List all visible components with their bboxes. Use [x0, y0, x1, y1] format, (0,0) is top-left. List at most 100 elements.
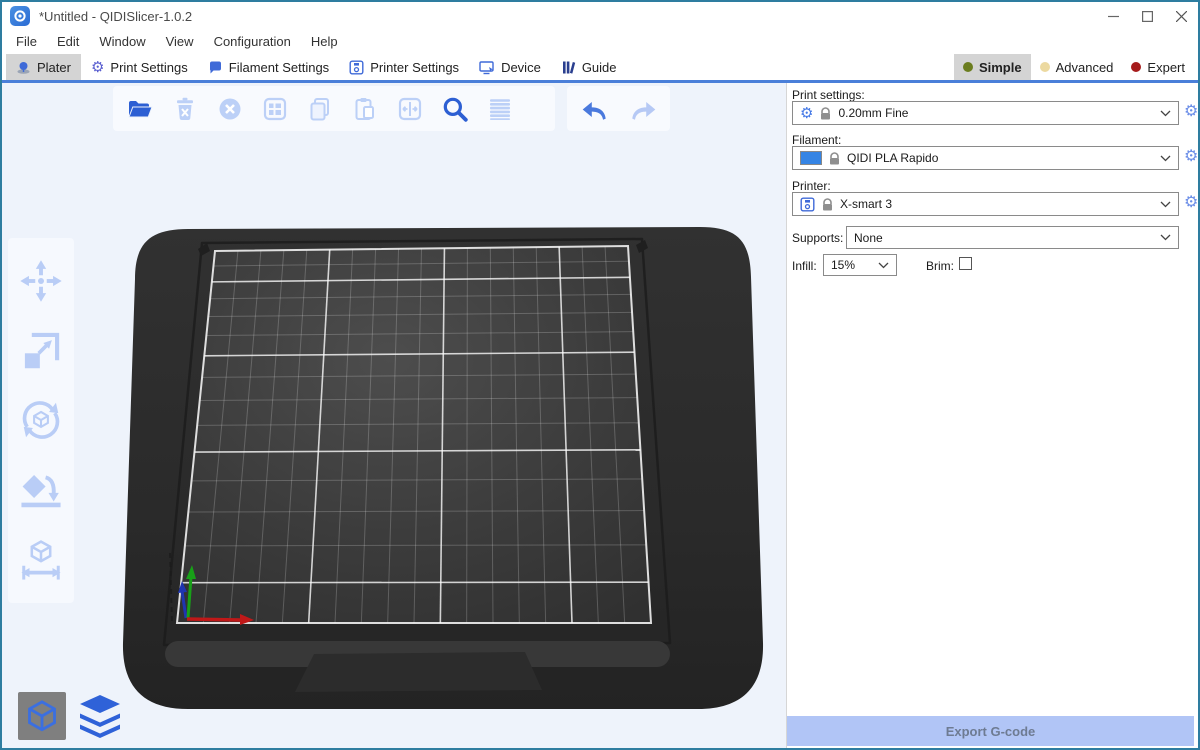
tab-guide[interactable]: Guide	[551, 54, 627, 80]
variable-layer-height-button[interactable]	[481, 90, 519, 128]
menu-help[interactable]: Help	[301, 30, 348, 54]
filament-color-swatch	[800, 151, 822, 165]
mode-label: Advanced	[1056, 60, 1114, 75]
supports-label: Supports:	[792, 231, 843, 245]
menu-configuration[interactable]: Configuration	[204, 30, 301, 54]
printer-edit-gear-icon[interactable]: ⚙	[1184, 195, 1198, 211]
tab-plater[interactable]: Plater	[6, 54, 81, 80]
mode-selector: Simple Advanced Expert	[954, 54, 1198, 80]
preset-gear-icon: ⚙	[800, 106, 813, 121]
settings-panel: Print settings: ⚙ 0.20mm Fine ⚙ Filament…	[786, 83, 1198, 748]
chevron-down-icon	[878, 262, 889, 269]
filament-edit-gear-icon[interactable]: ⚙	[1184, 149, 1198, 165]
undo-redo-toolbar	[567, 86, 670, 131]
tab-label: Device	[501, 60, 541, 75]
menu-bar: File Edit Window View Configuration Help	[2, 30, 1198, 54]
app-window: *Untitled - QIDISlicer-1.0.2 File Edit W…	[0, 0, 1200, 750]
tab-label: Printer Settings	[370, 60, 459, 75]
brim-label: Brim:	[926, 259, 954, 273]
preview-view-button[interactable]	[74, 688, 126, 740]
tab-label: Filament Settings	[229, 60, 329, 75]
measure-tool-button[interactable]	[15, 534, 67, 586]
filament-icon	[208, 60, 223, 75]
delete-button[interactable]	[166, 90, 204, 128]
expert-dot-icon	[1131, 62, 1141, 72]
device-icon	[479, 60, 495, 75]
window-title: *Untitled - QIDISlicer-1.0.2	[39, 9, 192, 24]
plater-icon	[16, 60, 31, 75]
tab-bar: Plater ⚙ Print Settings Filament Setting…	[2, 54, 1198, 80]
printer-small-icon	[800, 197, 815, 212]
printer-combo[interactable]: X-smart 3	[792, 192, 1179, 216]
close-button[interactable]	[1164, 2, 1198, 30]
tab-label: Print Settings	[110, 60, 187, 75]
tab-label: Plater	[37, 60, 71, 75]
split-objects-button[interactable]	[391, 90, 429, 128]
mode-label: Simple	[979, 60, 1022, 75]
chevron-down-icon	[1160, 234, 1171, 241]
tab-print-settings[interactable]: ⚙ Print Settings	[81, 54, 198, 80]
rotate-tool-button[interactable]	[15, 394, 67, 446]
mode-simple[interactable]: Simple	[954, 54, 1031, 80]
supports-combo[interactable]: None	[846, 226, 1179, 249]
arrange-button[interactable]	[256, 90, 294, 128]
tab-device[interactable]: Device	[469, 54, 551, 80]
print-settings-value: 0.20mm Fine	[838, 106, 908, 120]
printer-label: Printer:	[792, 179, 831, 193]
filament-label: Filament:	[792, 133, 841, 147]
supports-value: None	[854, 231, 883, 245]
menu-file[interactable]: File	[6, 30, 47, 54]
infill-label: Infill:	[792, 259, 817, 273]
3d-viewport[interactable]	[2, 83, 786, 748]
menu-edit[interactable]: Edit	[47, 30, 89, 54]
app-logo-icon	[10, 6, 30, 26]
printer-value: X-smart 3	[840, 197, 892, 211]
redo-button[interactable]	[624, 90, 662, 128]
menu-window[interactable]: Window	[89, 30, 155, 54]
filament-combo[interactable]: QIDI PLA Rapido	[792, 146, 1179, 170]
tab-filament-settings[interactable]: Filament Settings	[198, 54, 339, 80]
filament-value: QIDI PLA Rapido	[847, 151, 938, 165]
menu-view[interactable]: View	[156, 30, 204, 54]
chevron-down-icon	[1160, 110, 1171, 117]
title-bar: *Untitled - QIDISlicer-1.0.2	[2, 2, 1198, 30]
search-button[interactable]	[436, 90, 474, 128]
3d-editor-view-button[interactable]	[18, 692, 66, 740]
mode-expert[interactable]: Expert	[1122, 54, 1194, 80]
scale-tool-button[interactable]	[15, 325, 67, 377]
lock-icon	[820, 107, 831, 120]
export-gcode-button[interactable]: Export G-code	[787, 716, 1194, 746]
gizmo-toolbar	[8, 238, 74, 603]
mode-label: Expert	[1147, 60, 1185, 75]
move-tool-button[interactable]	[15, 255, 67, 307]
minimize-button[interactable]	[1096, 2, 1130, 30]
delete-all-button[interactable]	[211, 90, 249, 128]
chevron-down-icon	[1160, 155, 1171, 162]
print-settings-combo[interactable]: ⚙ 0.20mm Fine	[792, 101, 1179, 125]
view-toggles	[18, 688, 126, 740]
build-plate	[2, 83, 784, 748]
open-button[interactable]	[121, 90, 159, 128]
copy-button[interactable]	[301, 90, 339, 128]
maximize-button[interactable]	[1130, 2, 1164, 30]
guide-icon	[561, 60, 576, 75]
infill-value: 15%	[831, 258, 855, 272]
print-settings-label: Print settings:	[792, 88, 865, 102]
paste-button[interactable]	[346, 90, 384, 128]
advanced-dot-icon	[1040, 62, 1050, 72]
lock-icon	[822, 198, 833, 211]
axes-indicator	[178, 565, 254, 625]
simple-dot-icon	[963, 62, 973, 72]
infill-combo[interactable]: 15%	[823, 254, 897, 276]
lock-icon	[829, 152, 840, 165]
printer-icon	[349, 60, 364, 75]
print-settings-edit-gear-icon[interactable]: ⚙	[1184, 104, 1198, 120]
chevron-down-icon	[1160, 201, 1171, 208]
mode-advanced[interactable]: Advanced	[1031, 54, 1123, 80]
tab-printer-settings[interactable]: Printer Settings	[339, 54, 469, 80]
undo-button[interactable]	[576, 90, 614, 128]
place-on-face-tool-button[interactable]	[15, 464, 67, 516]
tab-label: Guide	[582, 60, 617, 75]
brim-checkbox[interactable]	[959, 257, 972, 270]
main-toolbar	[113, 86, 555, 131]
